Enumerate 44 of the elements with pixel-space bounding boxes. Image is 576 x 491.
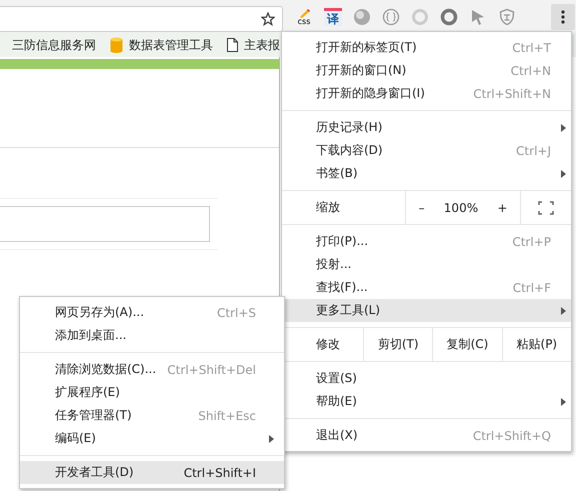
zoom-value: 100% — [444, 200, 478, 214]
menu-item[interactable]: 帮助(E) — [282, 390, 571, 413]
menu-item[interactable]: 打开新的标签页(T) Ctrl+T — [282, 36, 571, 59]
menu-item[interactable]: 打开新的窗口(N) Ctrl+N — [282, 59, 571, 82]
zoom-in-button[interactable]: + — [491, 198, 514, 216]
bookmark-item[interactable]: 主表报 — [227, 36, 280, 54]
star-icon[interactable] — [261, 12, 275, 26]
bookmark-item[interactable]: 三防信息服务网 — [12, 36, 96, 54]
globe-icon[interactable] — [353, 8, 371, 26]
submenu-arrow-icon — [561, 124, 566, 132]
translate-extension-icon[interactable]: 译 — [324, 8, 342, 26]
submenu-arrow-icon — [561, 306, 566, 314]
submenu-arrow-icon — [561, 170, 566, 178]
menu-item[interactable]: 网页另存为(A)... Ctrl+S — [20, 301, 284, 324]
database-icon — [110, 37, 123, 53]
menu-item[interactable]: 下载内容(D) Ctrl+J — [282, 139, 571, 162]
shield-icon[interactable] — [498, 8, 516, 26]
menu-icon — [561, 10, 565, 24]
ring-icon[interactable] — [440, 8, 458, 26]
submenu-arrow-icon — [269, 434, 274, 442]
menu-item[interactable]: 更多工具(L) — [282, 299, 571, 322]
menu-item[interactable]: 扩展程序(E) — [20, 381, 284, 404]
menu-item[interactable]: 退出(X) Ctrl+Shift+Q — [282, 424, 571, 447]
menu-item[interactable]: 添加到桌面... — [20, 324, 284, 347]
braces-circle-icon[interactable] — [382, 8, 400, 26]
menu-button[interactable] — [551, 4, 575, 30]
edit-button[interactable]: 粘贴(P) — [502, 328, 571, 361]
menu-item[interactable]: 任务管理器(T) Shift+Esc — [20, 404, 284, 427]
menu-item[interactable]: 查找(F)... Ctrl+F — [282, 276, 571, 299]
menu-item[interactable]: 设置(S) — [282, 367, 571, 390]
submenu-arrow-icon — [561, 398, 566, 406]
menu-item[interactable]: 开发者工具(D) Ctrl+Shift+I — [20, 461, 284, 484]
menu-item[interactable]: 投射... — [282, 253, 571, 276]
menu-item[interactable]: 打开新的隐身窗口(I) Ctrl+Shift+N — [282, 82, 571, 105]
input-field[interactable] — [0, 206, 210, 242]
zoom-out-button[interactable]: – — [412, 198, 431, 216]
fullscreen-icon — [538, 200, 554, 214]
menu-item[interactable]: 编码(E) — [20, 427, 284, 450]
menu-item[interactable]: 历史记录(H) — [282, 116, 571, 139]
menu-item[interactable]: 打印(P)... Ctrl+P — [282, 230, 571, 253]
bookmark-item[interactable]: 数据表管理工具 — [110, 36, 213, 54]
menu-item[interactable]: 书签(B) — [282, 162, 571, 185]
menu-item[interactable]: 清除浏览数据(C)... Ctrl+Shift+Del — [20, 358, 284, 381]
page-icon — [227, 38, 238, 52]
